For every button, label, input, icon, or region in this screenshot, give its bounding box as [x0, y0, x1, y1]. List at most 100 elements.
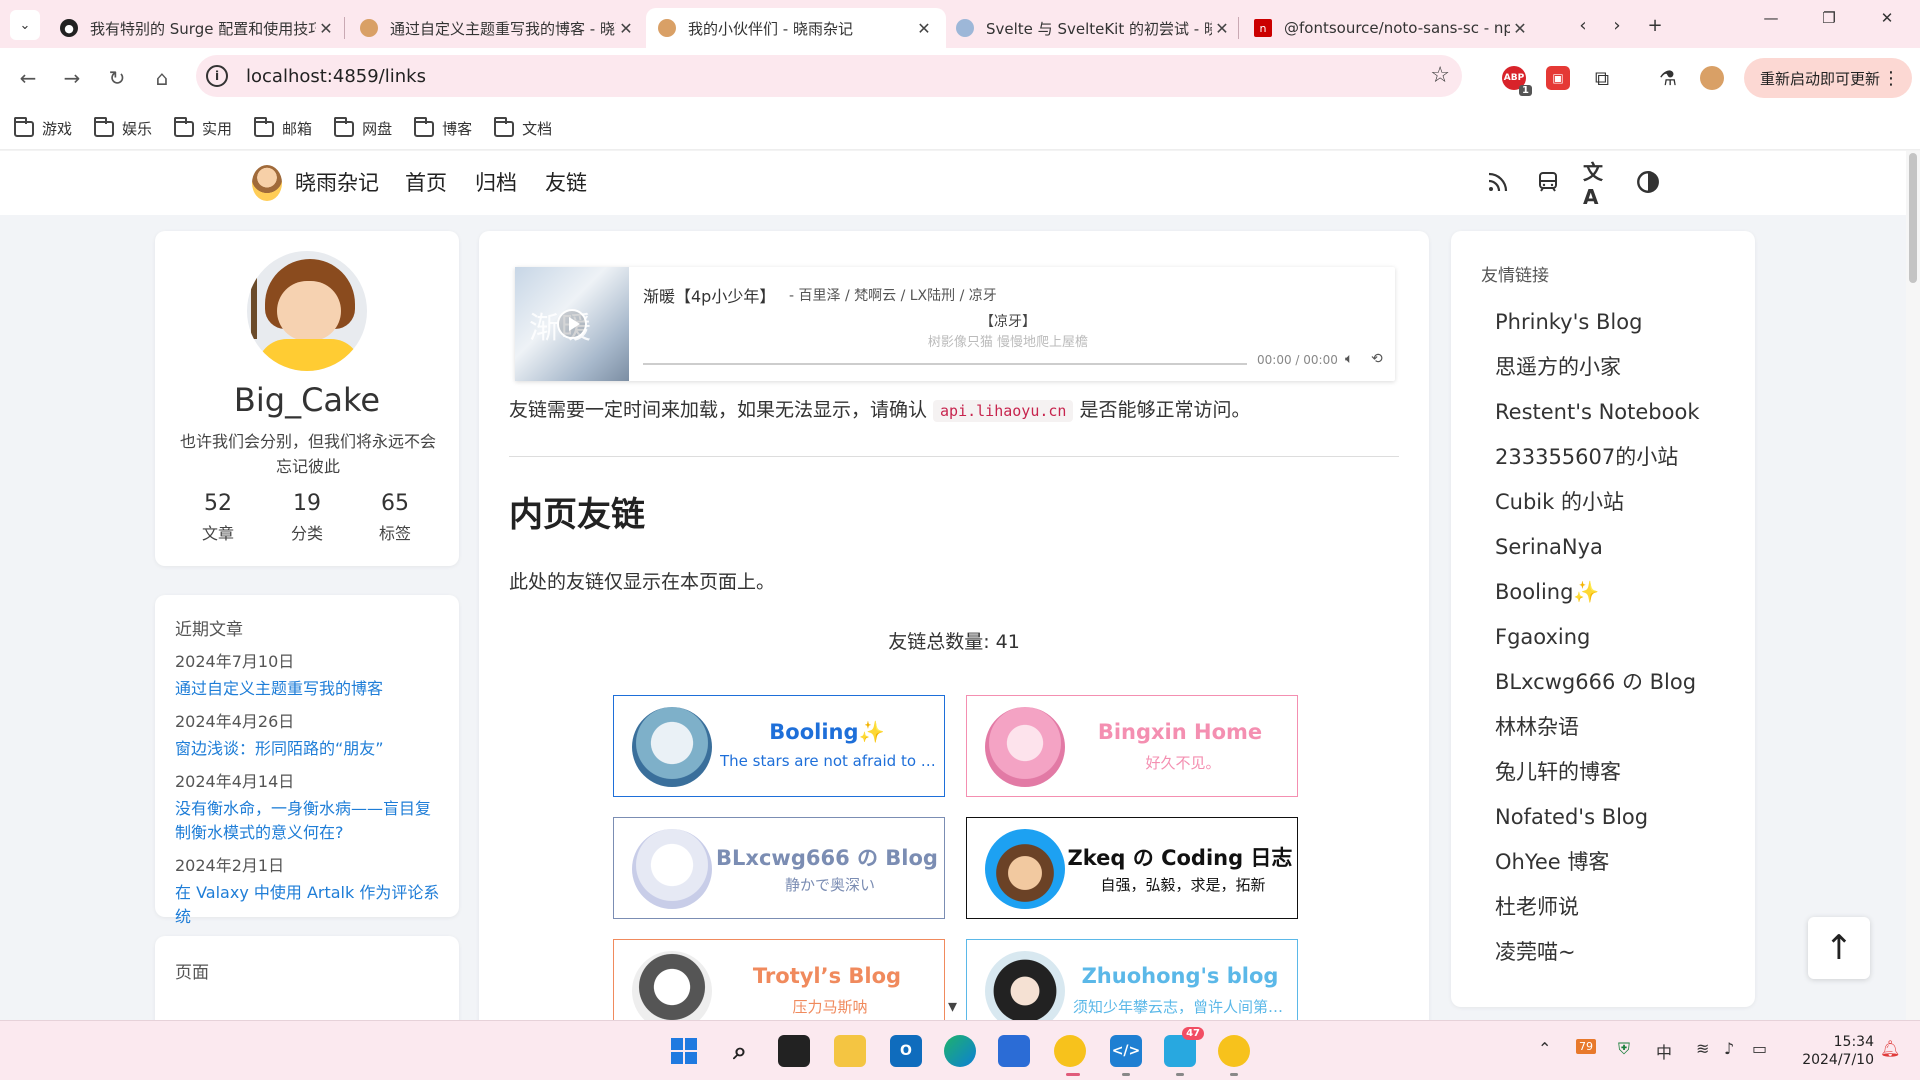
restore-icon[interactable]: ❐ [1806, 4, 1852, 32]
back-icon[interactable]: ← [12, 62, 44, 94]
friend-link[interactable]: 林林杂语 [1495, 712, 1700, 757]
bookmark-folder[interactable]: 博客 [414, 116, 472, 139]
feishu-icon[interactable]: 47 [1164, 1027, 1204, 1067]
close-icon[interactable]: ✕ [914, 19, 934, 38]
post-link[interactable]: 在 Valaxy 中使用 Artalk 作为评论系统 [175, 881, 445, 929]
friend-link[interactable]: Fgaoxing [1495, 622, 1700, 667]
tab-surge[interactable]: ● 我有特别的 Surge 配置和使用技巧 ✕ [48, 8, 348, 48]
friend-card-bingxin[interactable]: Bingxin Home 好久不见。 [966, 695, 1298, 797]
vscode-icon[interactable]: </> [1110, 1035, 1142, 1067]
friend-link[interactable]: BLxcwg666 の Blog [1495, 667, 1700, 712]
tray-overflow-icon[interactable]: ⌃ [1538, 1039, 1551, 1058]
update-button[interactable]: 重新启动即可更新 ⋮ [1744, 58, 1912, 98]
home-icon[interactable]: ⌂ [146, 62, 178, 94]
tab-npm[interactable]: n @fontsource/noto-sans-sc - npm ✕ [1242, 8, 1542, 48]
friend-link[interactable]: Nofated's Blog [1495, 802, 1700, 847]
close-icon[interactable]: ✕ [1212, 19, 1232, 38]
friend-link[interactable]: 思遥方的小家 [1495, 352, 1700, 397]
friend-link[interactable]: OhYee 博客 [1495, 847, 1700, 892]
friend-link[interactable]: 233355607的小站 [1495, 442, 1700, 487]
tray-app-badge[interactable]: 79 [1576, 1039, 1596, 1054]
post-link[interactable]: 通过自定义主题重写我的博客 [175, 677, 445, 701]
play-icon[interactable] [557, 309, 587, 339]
tab-custom-theme[interactable]: 通过自定义主题重写我的博客 - 晓雨杂记 ✕ [348, 8, 648, 48]
edge-icon[interactable] [944, 1035, 976, 1067]
translate-icon[interactable]: 文A [1583, 160, 1613, 209]
nav-links[interactable]: 友链 [545, 167, 587, 197]
security-shield-icon[interactable]: ⛨ [1618, 1039, 1630, 1059]
site-brand[interactable]: 晓雨杂记 [295, 167, 379, 197]
notification-bell-icon[interactable]: 🔔︎ [1880, 1039, 1900, 1058]
file-explorer-icon[interactable] [834, 1035, 866, 1067]
theme-toggle-icon[interactable] [1633, 167, 1663, 197]
friend-link[interactable]: Restent's Notebook [1495, 397, 1700, 442]
wifi-icon[interactable]: ≋ [1696, 1039, 1709, 1058]
album-cover[interactable]: 渐暖 [515, 267, 629, 381]
friend-card-booling[interactable]: Booling✨ The stars are not afraid to app… [613, 695, 945, 797]
extensions-puzzle-icon[interactable]: ⧉ [1590, 66, 1614, 90]
bookmark-folder[interactable]: 邮箱 [254, 116, 312, 139]
outlook-icon[interactable]: O [890, 1035, 922, 1067]
back-to-top-button[interactable]: ↑ [1808, 917, 1870, 979]
site-info-icon[interactable]: i [206, 65, 228, 87]
friend-link[interactable]: Phrinky's Blog [1495, 307, 1700, 352]
scroll-tabs-right-icon[interactable]: › [1604, 12, 1630, 38]
store-icon[interactable] [998, 1035, 1030, 1067]
close-icon[interactable]: ✕ [1510, 19, 1530, 38]
minimize-icon[interactable]: — [1748, 4, 1794, 32]
scrollbar-thumb[interactable] [1909, 153, 1917, 283]
scroll-down-icon[interactable]: ▾ [948, 996, 957, 1017]
chrome-icon[interactable] [1218, 1035, 1250, 1067]
bookmark-folder[interactable]: 网盘 [334, 116, 392, 139]
rss-icon[interactable] [1483, 167, 1513, 197]
bookmark-folder[interactable]: 娱乐 [94, 116, 152, 139]
friend-link[interactable]: Booling✨ [1495, 577, 1700, 622]
forward-icon[interactable]: → [56, 62, 88, 94]
search-icon[interactable]: ⌕ [724, 1035, 756, 1067]
volume-icon[interactable]: 🔈︎ [1345, 351, 1353, 367]
menu-dots-icon[interactable]: ⋮ [1882, 68, 1900, 89]
reload-icon[interactable]: ↻ [101, 62, 133, 94]
task-view-icon[interactable] [778, 1035, 810, 1067]
system-clock[interactable]: 15:34 2024/7/10 [1798, 1033, 1874, 1069]
tab-search-button[interactable]: ⌄ [10, 10, 40, 40]
site-logo[interactable] [252, 165, 282, 201]
friend-link[interactable]: 兔儿轩的博客 [1495, 757, 1700, 802]
friend-link[interactable]: 凌莞喵~ [1495, 937, 1700, 982]
bookmark-folder[interactable]: 实用 [174, 116, 232, 139]
stat-categories[interactable]: 19 分类 [267, 491, 347, 544]
post-link[interactable]: 窗边浅谈：形同陌路的“朋友” [175, 737, 445, 761]
address-bar[interactable]: i localhost:4859/links ☆ [196, 55, 1462, 97]
scroll-tabs-left-icon[interactable]: ‹ [1570, 12, 1596, 38]
adblock-extension-icon[interactable]: ABP 1 [1502, 66, 1532, 96]
stat-posts[interactable]: 52 文章 [178, 491, 258, 544]
profile-avatar[interactable] [1700, 66, 1724, 90]
tab-svelte[interactable]: Svelte 与 SvelteKit 的初尝试 - 晓雨杂记 ✕ [944, 8, 1244, 48]
close-icon[interactable]: ✕ [616, 19, 636, 38]
volume-icon[interactable]: ♪ [1724, 1039, 1734, 1058]
subway-icon[interactable] [1533, 167, 1563, 197]
friend-card-zhuohong[interactable]: Zhuohong's blog 须知少年攀云志，曾许人间第一流 [966, 939, 1298, 1020]
friend-card-trotyl[interactable]: Trotyl’s Blog 压力马斯呐 [613, 939, 945, 1020]
friend-link[interactable]: SerinaNya [1495, 532, 1700, 577]
url-text[interactable]: localhost:4859/links [246, 66, 426, 87]
bookmark-folder[interactable]: 文档 [494, 116, 552, 139]
friend-card-zkeq[interactable]: Zkeq の Coding 日志 自强，弘毅，求是，拓新 [966, 817, 1298, 919]
ime-indicator[interactable]: 中 [1656, 1039, 1672, 1063]
window-close-icon[interactable]: ✕ [1864, 4, 1910, 32]
friend-link[interactable]: Cubik 的小站 [1495, 487, 1700, 532]
windows-start-icon[interactable] [668, 1035, 700, 1067]
new-tab-icon[interactable]: + [1642, 12, 1668, 38]
bookmark-folder[interactable]: 游戏 [14, 116, 72, 139]
battery-icon[interactable]: ▭ [1752, 1039, 1767, 1058]
chrome-canary-icon[interactable] [1054, 1035, 1086, 1067]
friend-card-blxcwg666[interactable]: BLxcwg666 の Blog 静かで奥深い [613, 817, 945, 919]
friend-link[interactable]: 杜老师说 [1495, 892, 1700, 937]
stat-tags[interactable]: 65 标签 [355, 491, 435, 544]
tab-links-active[interactable]: 我的小伙伴们 - 晓雨杂记 ✕ [646, 8, 946, 48]
post-link[interactable]: 没有衡水命，一身衡水病——盲目复制衡水模式的意义何在? [175, 797, 445, 845]
nav-home[interactable]: 首页 [405, 167, 447, 197]
nav-archive[interactable]: 归档 [475, 167, 517, 197]
loop-icon[interactable]: ⟲ [1371, 351, 1383, 367]
labs-flask-icon[interactable]: ⚗ [1656, 66, 1680, 90]
